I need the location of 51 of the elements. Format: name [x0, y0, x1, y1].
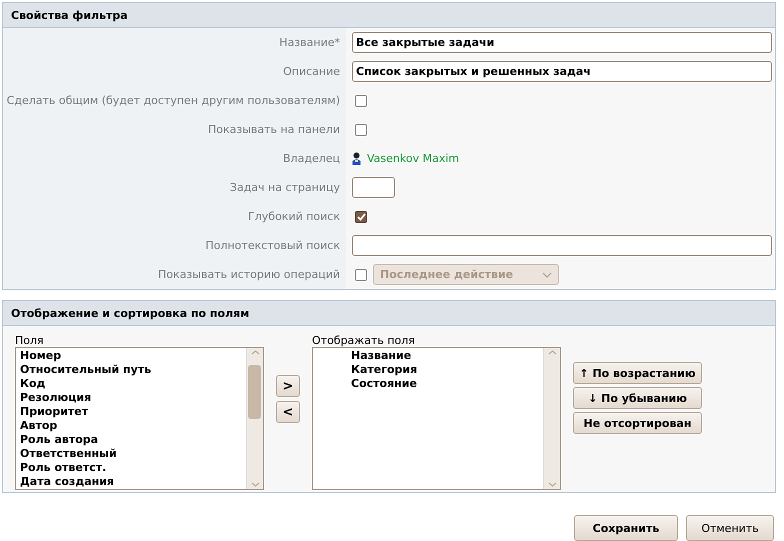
- sort-button[interactable]: Не отсортирован: [573, 412, 702, 434]
- move-button[interactable]: <: [276, 401, 300, 423]
- field-label: Показывать на панели: [208, 123, 340, 136]
- field-label: Сделать общим (будет доступен другим пользователям): [6, 94, 340, 107]
- field-label: Глубокий поиск: [248, 210, 340, 223]
- panel-title: Отображение и сортировка по полям: [11, 306, 250, 320]
- list-item[interactable]: Состояние: [351, 377, 539, 391]
- list-item[interactable]: Ответственный: [20, 447, 242, 461]
- list-item[interactable]: Роль автора: [20, 433, 242, 447]
- checkbox[interactable]: [355, 210, 367, 222]
- field-label: Показывать историю операций: [158, 268, 340, 281]
- scrollbar[interactable]: [543, 348, 560, 489]
- list-item[interactable]: Название: [351, 349, 539, 363]
- list-box[interactable]: Номер Относительный путь Код Резолюция Приоритет Автор Роль автора Ответственный Роль ответст. Дата создания: [15, 347, 264, 490]
- text-field[interactable]: [352, 235, 772, 256]
- scrollbar[interactable]: [246, 348, 263, 489]
- text-field[interactable]: [352, 177, 395, 198]
- field-label: Владелец: [283, 152, 340, 165]
- list-item[interactable]: Резолюция: [20, 391, 242, 405]
- sort-button[interactable]: ↑ По возрастанию: [573, 362, 702, 384]
- sort-button[interactable]: ↓ По убыванию: [573, 387, 702, 409]
- chevron-down-icon[interactable]: [548, 482, 556, 487]
- chevron-down-icon[interactable]: [250, 482, 260, 487]
- list-item[interactable]: Номер: [20, 349, 242, 363]
- list-label: Отображать поля: [312, 334, 416, 347]
- panel-title: Свойства фильтра: [11, 8, 128, 22]
- list-item[interactable]: Автор: [20, 419, 242, 433]
- text-field[interactable]: Все закрытые задачи: [352, 32, 772, 53]
- move-button[interactable]: >: [276, 375, 300, 397]
- list-item[interactable]: Код: [20, 377, 242, 391]
- person-icon: [352, 152, 361, 165]
- text-field[interactable]: Список закрытых и решенных задач: [352, 61, 772, 82]
- chevron-up-icon[interactable]: [250, 350, 260, 355]
- field-label: Задач на страницу: [230, 181, 340, 194]
- save-button[interactable]: Сохранить: [574, 515, 678, 541]
- chevron-down-icon: [542, 272, 552, 278]
- field-label: Название*: [279, 36, 340, 49]
- list-box[interactable]: Название Категория Состояние: [312, 347, 561, 490]
- list-item[interactable]: Дата создания: [20, 475, 242, 489]
- checkbox[interactable]: [355, 94, 367, 106]
- list-item[interactable]: Относительный путь: [20, 363, 242, 377]
- cancel-button[interactable]: Отменить: [686, 515, 774, 541]
- checkbox[interactable]: [355, 268, 367, 280]
- field-label: Полнотекстовый поиск: [205, 239, 340, 252]
- checkbox[interactable]: [355, 124, 367, 136]
- chevron-up-icon[interactable]: [548, 350, 556, 355]
- list-item[interactable]: Роль ответст.: [20, 461, 242, 475]
- list-item[interactable]: Категория: [351, 363, 539, 377]
- field-label: Описание: [283, 65, 340, 78]
- list-item[interactable]: Приоритет: [20, 405, 242, 419]
- list-label: Поля: [15, 334, 45, 347]
